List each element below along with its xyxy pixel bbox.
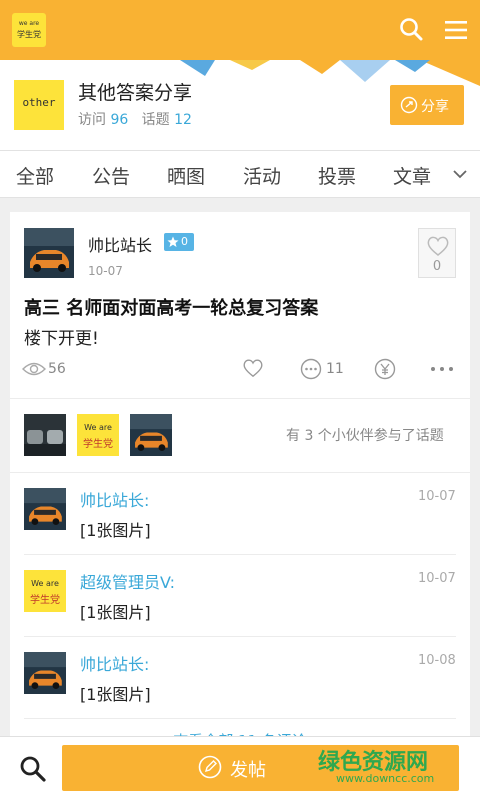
divider (10, 472, 470, 473)
participant-avatar[interactable]: We are 学生党 (77, 414, 119, 456)
reply-avatar-line2: 学生党 (30, 595, 60, 606)
post-title[interactable]: 高三 名师面对面高考一轮总复习答案 (24, 294, 318, 320)
like-button[interactable]: 0 (418, 228, 456, 278)
reply-author[interactable]: 帅比站长: (80, 487, 149, 511)
divider (24, 554, 456, 555)
more-icon[interactable] (430, 366, 454, 372)
reward-yen-icon[interactable] (374, 358, 396, 380)
participant-avatar[interactable] (24, 414, 66, 456)
reply-time: 10-07 (418, 571, 456, 586)
post-card: 帅比站长 0 10-07 0 高三 名师面对面高考一轮总复习答案 楼下开更! 5… (10, 212, 470, 752)
divider (10, 398, 470, 399)
reply-avatar[interactable] (24, 652, 66, 694)
heart-outline-icon[interactable] (242, 358, 264, 378)
reply-avatar-line1: We are (31, 579, 59, 588)
share-button-label: 分享 (421, 99, 449, 115)
like-count: 0 (432, 259, 442, 274)
menu-icon[interactable] (440, 14, 472, 46)
comment-count: 11 (326, 361, 344, 377)
topics-label: 话题 (141, 112, 170, 128)
participant-line2: 学生党 (83, 439, 113, 450)
tab-announcement[interactable]: 公告 (92, 162, 130, 189)
participant-avatar[interactable] (130, 414, 172, 456)
tab-vote[interactable]: 投票 (318, 162, 356, 189)
badge-count: 0 (181, 235, 188, 248)
participants-summary[interactable]: 有 3 个小伙伴参与了话题 (286, 425, 444, 445)
divider (24, 718, 456, 719)
reply-text[interactable]: [1张图片] (80, 599, 151, 623)
group-header: other 其他答案分享 访问 96 话题 12 分享 (0, 60, 480, 150)
topics-count: 12 (174, 112, 192, 128)
new-post-label: 发帖 (230, 760, 266, 781)
search-icon[interactable] (396, 14, 428, 46)
visits-label: 访问 (78, 112, 106, 128)
edit-icon (198, 755, 222, 779)
heart-icon (427, 236, 449, 256)
tab-article[interactable]: 文章 (393, 162, 431, 189)
reply-text[interactable]: [1张图片] (80, 517, 151, 541)
reply-time: 10-07 (418, 489, 456, 504)
group-title: 其他答案分享 (78, 82, 193, 104)
reply-time: 10-08 (418, 653, 456, 668)
chevron-down-icon[interactable] (452, 168, 468, 180)
level-badge: 0 (164, 233, 194, 251)
reply-author[interactable]: 帅比站长: (80, 651, 149, 675)
tab-photos[interactable]: 晒图 (167, 162, 205, 189)
app-logo-line1: we are (18, 20, 40, 27)
visits-count: 96 (110, 112, 129, 128)
app-logo[interactable]: we are 学生党 (12, 13, 46, 47)
reply-author[interactable]: 超级管理员V: (80, 569, 175, 593)
reply-avatar[interactable] (24, 488, 66, 530)
search-icon[interactable] (18, 754, 48, 784)
group-stats: 访问 96 话题 12 (78, 109, 192, 129)
group-logo: other (14, 80, 64, 130)
divider (24, 636, 456, 637)
app-logo-line2: 学生党 (17, 30, 41, 39)
author-name[interactable]: 帅比站长 (88, 232, 152, 256)
comment-icon[interactable] (300, 358, 322, 380)
watermark-url: www.downcc.com (336, 772, 435, 785)
participant-line1: We are (84, 423, 112, 432)
share-button[interactable]: 分享 (390, 85, 464, 125)
tab-all[interactable]: 全部 (16, 162, 54, 189)
star-icon (167, 236, 179, 247)
group-logo-text: other (22, 96, 56, 109)
post-body: 楼下开更! (24, 329, 99, 349)
top-bar: we are 学生党 (0, 0, 480, 60)
category-tabs: 全部 公告 晒图 活动 投票 文章 (0, 150, 480, 198)
view-count: 56 (48, 361, 66, 377)
post-date: 10-07 (88, 264, 123, 278)
tab-activity[interactable]: 活动 (243, 162, 281, 189)
author-avatar[interactable] (24, 228, 74, 278)
eye-icon (22, 362, 46, 376)
share-icon (400, 96, 418, 114)
reply-text[interactable]: [1张图片] (80, 681, 151, 705)
reply-avatar[interactable]: We are 学生党 (24, 570, 66, 612)
